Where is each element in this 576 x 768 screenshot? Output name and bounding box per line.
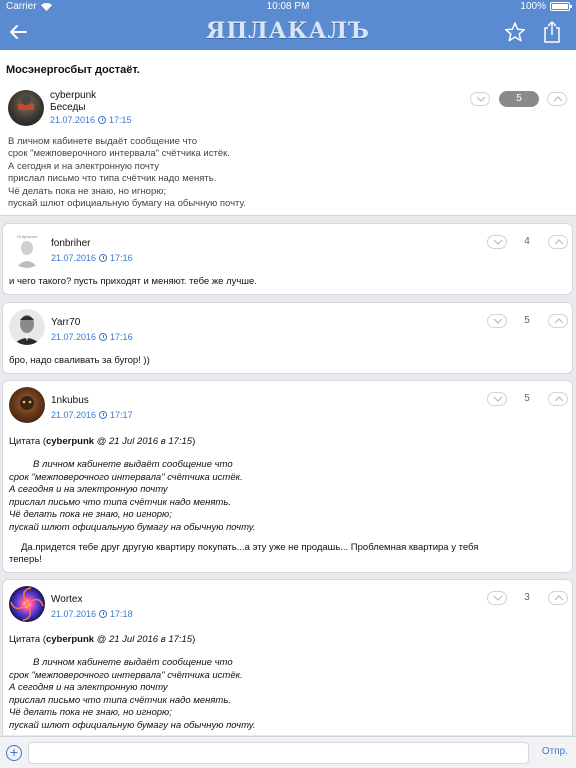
vote-up-button[interactable] (548, 235, 568, 249)
vote-up-button[interactable] (548, 591, 568, 605)
post-time-text: 17:16 (110, 332, 133, 342)
post-time-text: 17:18 (110, 609, 133, 619)
status-time: 10:08 PM (266, 1, 310, 12)
quote-prefix: Цитата ( (9, 436, 46, 447)
post-score: 4 (524, 236, 530, 247)
status-bar: Carrier 10:08 PM 100% (0, 0, 576, 14)
chevron-down-icon (493, 396, 503, 402)
vote-down-button[interactable] (470, 92, 490, 106)
post-score: 5 (524, 315, 530, 326)
post-text: и чего такого? пусть приходят и меняют. … (9, 276, 257, 287)
star-icon[interactable] (504, 21, 526, 43)
post-author[interactable]: Yarr70 (51, 317, 80, 328)
chevron-up-icon (554, 396, 564, 402)
post-date-text: 21.07.2016 (51, 609, 97, 619)
vote-down-button[interactable] (487, 314, 507, 328)
post-date-text: 21.07.2016 (51, 332, 97, 342)
reply-composer: + Отпр. (0, 736, 576, 768)
post-text: В личном кабинете выдаёт сообщение что с… (8, 136, 246, 210)
quote-text-content: В личном кабинете выдаёт сообщение что с… (9, 657, 256, 731)
chevron-down-icon (493, 239, 503, 245)
vote-up-button[interactable] (547, 92, 567, 106)
post-time-text: 17:16 (110, 253, 133, 263)
vote-down-button[interactable] (487, 392, 507, 406)
quote-suffix: ) (192, 634, 196, 645)
quote-meta: @ 21 Jul 2016 в 17:15 (94, 436, 193, 447)
post-date: 21.07.2016 17:17 (51, 410, 133, 420)
chevron-down-icon (476, 96, 486, 102)
post-author[interactable]: cyberpunk (50, 90, 96, 101)
post-date-text: 21.07.2016 (50, 115, 96, 125)
quote-header: Цитата (cyberpunk @ 21 Jul 2016 в 17:15) (9, 436, 195, 447)
post-section[interactable]: Беседы (50, 102, 86, 113)
post-score: 5 (524, 393, 530, 404)
avatar-caption: «Ъ Артисты» (16, 235, 37, 239)
chevron-down-icon (493, 318, 503, 324)
battery-label: 100% (520, 1, 546, 12)
post-card: Wortex 21.07.2016 17:18 3 Цитата (cyberp… (2, 579, 573, 735)
post-date-text: 21.07.2016 (51, 410, 97, 420)
quote-prefix: Цитата ( (9, 634, 46, 645)
status-right: 100% (520, 1, 572, 12)
avatar[interactable] (9, 586, 45, 622)
topic-title: Мосэнергосбыт достаёт. (6, 64, 140, 76)
reply-input[interactable] (28, 742, 529, 764)
post-author[interactable]: 1nkubus (51, 395, 89, 406)
avatar[interactable] (8, 90, 44, 126)
post-time-text: 17:17 (110, 410, 133, 420)
chevron-up-icon (554, 318, 564, 324)
post-date: 21.07.2016 17:18 (51, 609, 133, 619)
post-text: бро, надо сваливать за бугор! )) (9, 355, 150, 366)
vote-up-button[interactable] (548, 392, 568, 406)
post-text: Да.придется тебе друг другую квартиру по… (9, 542, 564, 567)
quote-author[interactable]: cyberpunk (46, 436, 94, 447)
clock-icon (99, 610, 108, 618)
quote-text: В личном кабинете выдаёт сообщение что с… (9, 657, 559, 733)
reply-line-2: теперь! (9, 554, 42, 566)
vote-down-button[interactable] (487, 235, 507, 249)
share-icon[interactable] (542, 20, 562, 44)
clock-icon (99, 411, 108, 419)
post-card: «Ъ Артисты» fonbriher 21.07.2016 17:16 4… (2, 223, 573, 295)
clock-icon (99, 333, 108, 341)
quote-author[interactable]: cyberpunk (46, 634, 94, 645)
avatar[interactable] (9, 309, 45, 345)
post-card: 1nkubus 21.07.2016 17:17 5 Цитата (cyber… (2, 380, 573, 573)
reply-line-1: Да.придется тебе друг другую квартиру по… (21, 542, 479, 553)
chevron-down-icon (493, 595, 503, 601)
clock-icon (99, 254, 108, 262)
quote-text: В личном кабинете выдаёт сообщение что с… (9, 459, 559, 535)
nav-bar: ЯПЛАКАЛЪ (0, 14, 576, 50)
vote-down-button[interactable] (487, 591, 507, 605)
chevron-up-icon (554, 595, 564, 601)
post-date: 21.07.2016 17:16 (51, 332, 133, 342)
post-date: 21.07.2016 17:16 (51, 253, 133, 263)
topic-first-post: Мосэнергосбыт достаёт. cyberpunk Беседы … (0, 50, 576, 216)
post-score: 5 (499, 91, 539, 107)
avatar[interactable]: «Ъ Артисты» (9, 232, 45, 268)
chevron-up-icon (554, 239, 564, 245)
quote-meta: @ 21 Jul 2016 в 17:15 (94, 634, 193, 645)
post-author[interactable]: Wortex (51, 594, 83, 605)
quote-text-content: В личном кабинете выдаёт сообщение что с… (9, 459, 256, 533)
quote-header: Цитата (cyberpunk @ 21 Jul 2016 в 17:15) (9, 634, 195, 645)
post-author[interactable]: fonbriher (51, 238, 90, 249)
post-date: 21.07.2016 17:15 (50, 115, 132, 125)
post-card: Yarr70 21.07.2016 17:16 5 бро, надо свал… (2, 302, 573, 374)
add-attachment-icon[interactable]: + (6, 745, 22, 761)
quote-suffix: ) (192, 436, 196, 447)
battery-icon (550, 2, 572, 11)
avatar[interactable] (9, 387, 45, 423)
post-score: 3 (524, 592, 530, 603)
clock-icon (98, 116, 107, 124)
post-time-text: 17:15 (109, 115, 132, 125)
send-button[interactable]: Отпр. (542, 746, 568, 757)
chevron-up-icon (553, 96, 563, 102)
post-date-text: 21.07.2016 (51, 253, 97, 263)
site-logo: ЯПЛАКАЛЪ (206, 18, 370, 44)
vote-up-button[interactable] (548, 314, 568, 328)
